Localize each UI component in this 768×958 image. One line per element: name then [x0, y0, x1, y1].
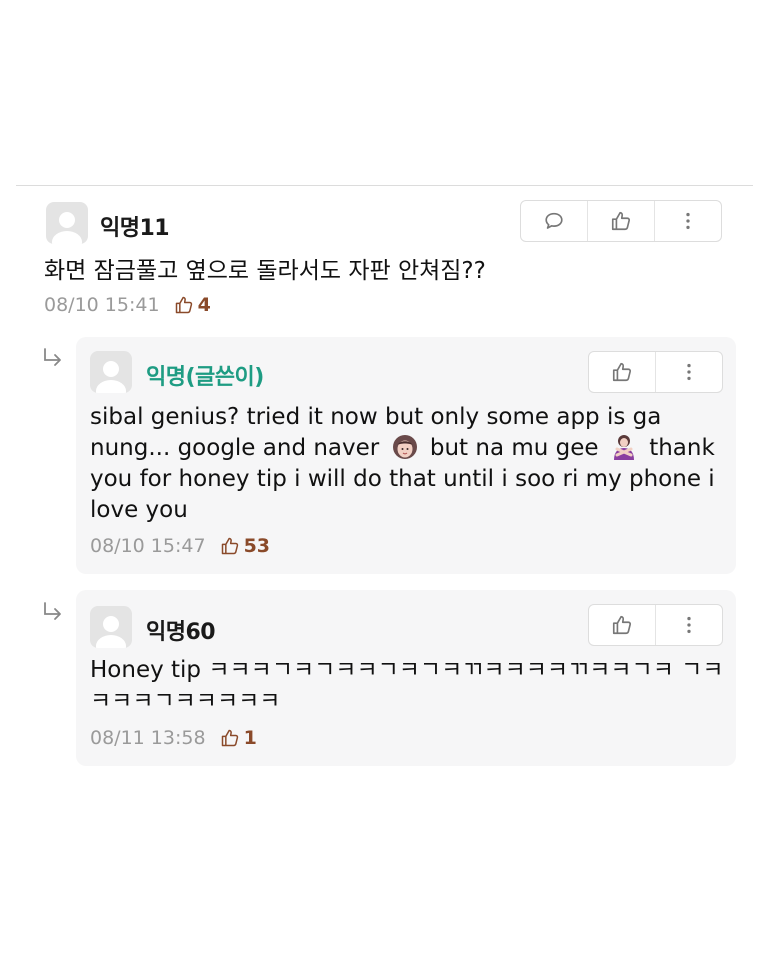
comment-meta: 08/10 15:47 53	[90, 535, 270, 557]
reply-item: 익명(글쓴이) sibal genius? tried it now but o…	[76, 337, 736, 574]
woman-face-emoji-icon	[392, 435, 417, 459]
thumbs-up-icon	[610, 210, 632, 232]
avatar	[90, 606, 132, 648]
comment-datetime: 08/10 15:47	[90, 535, 206, 557]
like-count: 1	[243, 727, 257, 749]
comment-actions	[588, 604, 723, 646]
comment-text: 화면 잠금풀고 옆으로 돌라서도 자판 안쳐짐??	[44, 258, 486, 284]
more-button[interactable]	[655, 352, 722, 392]
avatar	[46, 202, 88, 244]
comment-actions	[588, 351, 723, 393]
more-button[interactable]	[655, 605, 722, 645]
comment-meta: 08/10 15:41 4	[44, 294, 211, 316]
comment-text-part: but na mu gee	[429, 435, 599, 461]
avatar	[90, 351, 132, 393]
speech-bubble-icon	[543, 210, 565, 232]
comment-meta: 08/11 13:58 1	[90, 727, 257, 749]
woman-gesturing-no-emoji-icon	[613, 435, 634, 460]
like-button[interactable]	[587, 201, 654, 241]
reply-button[interactable]	[521, 201, 587, 241]
comment-datetime: 08/10 15:41	[44, 294, 160, 316]
comment-text: sibal genius? tried it now but only some…	[90, 402, 726, 526]
more-vertical-icon	[678, 361, 700, 383]
comment-text: Honey tip ㅋㅋㅋㄱㅋㄱㅋㅋㄱㅋㄱㅋㄲㅋㅋㅋㅋㄲㅋㅋㄱㅋ ㄱㅋㅋㅋㅋㄱㅋ…	[90, 657, 724, 714]
comment-datetime: 08/11 13:58	[90, 727, 206, 749]
thumbs-up-icon	[611, 614, 633, 636]
thumbs-up-icon	[174, 295, 194, 315]
comment-actions	[520, 200, 722, 242]
like-button[interactable]	[589, 605, 655, 645]
reply-arrow-icon	[42, 348, 64, 368]
comment-author: 익명60	[146, 620, 216, 645]
comment-author: 익명11	[100, 216, 170, 241]
like-count: 53	[243, 535, 271, 557]
more-button[interactable]	[654, 201, 721, 241]
reply-arrow-icon	[42, 602, 64, 622]
thumbs-up-icon	[611, 361, 633, 383]
comment-author: 익명(글쓴이)	[146, 365, 264, 390]
more-vertical-icon	[677, 210, 699, 232]
comment-item: 익명11 화면 잠금풀고 옆으로 돌라서도 자판 안쳐짐?? 08/10 15:…	[0, 186, 768, 326]
thumbs-up-icon	[220, 728, 240, 748]
reply-item: 익명60 Honey tip ㅋㅋㅋㄱㅋㄱㅋㅋㄱㅋㄱㅋㄲㅋㅋㅋㅋㄲㅋㅋㄱㅋ ㄱㅋ…	[76, 590, 736, 766]
thumbs-up-icon	[220, 536, 240, 556]
like-button[interactable]	[589, 352, 655, 392]
more-vertical-icon	[678, 614, 700, 636]
like-count: 4	[197, 294, 211, 316]
